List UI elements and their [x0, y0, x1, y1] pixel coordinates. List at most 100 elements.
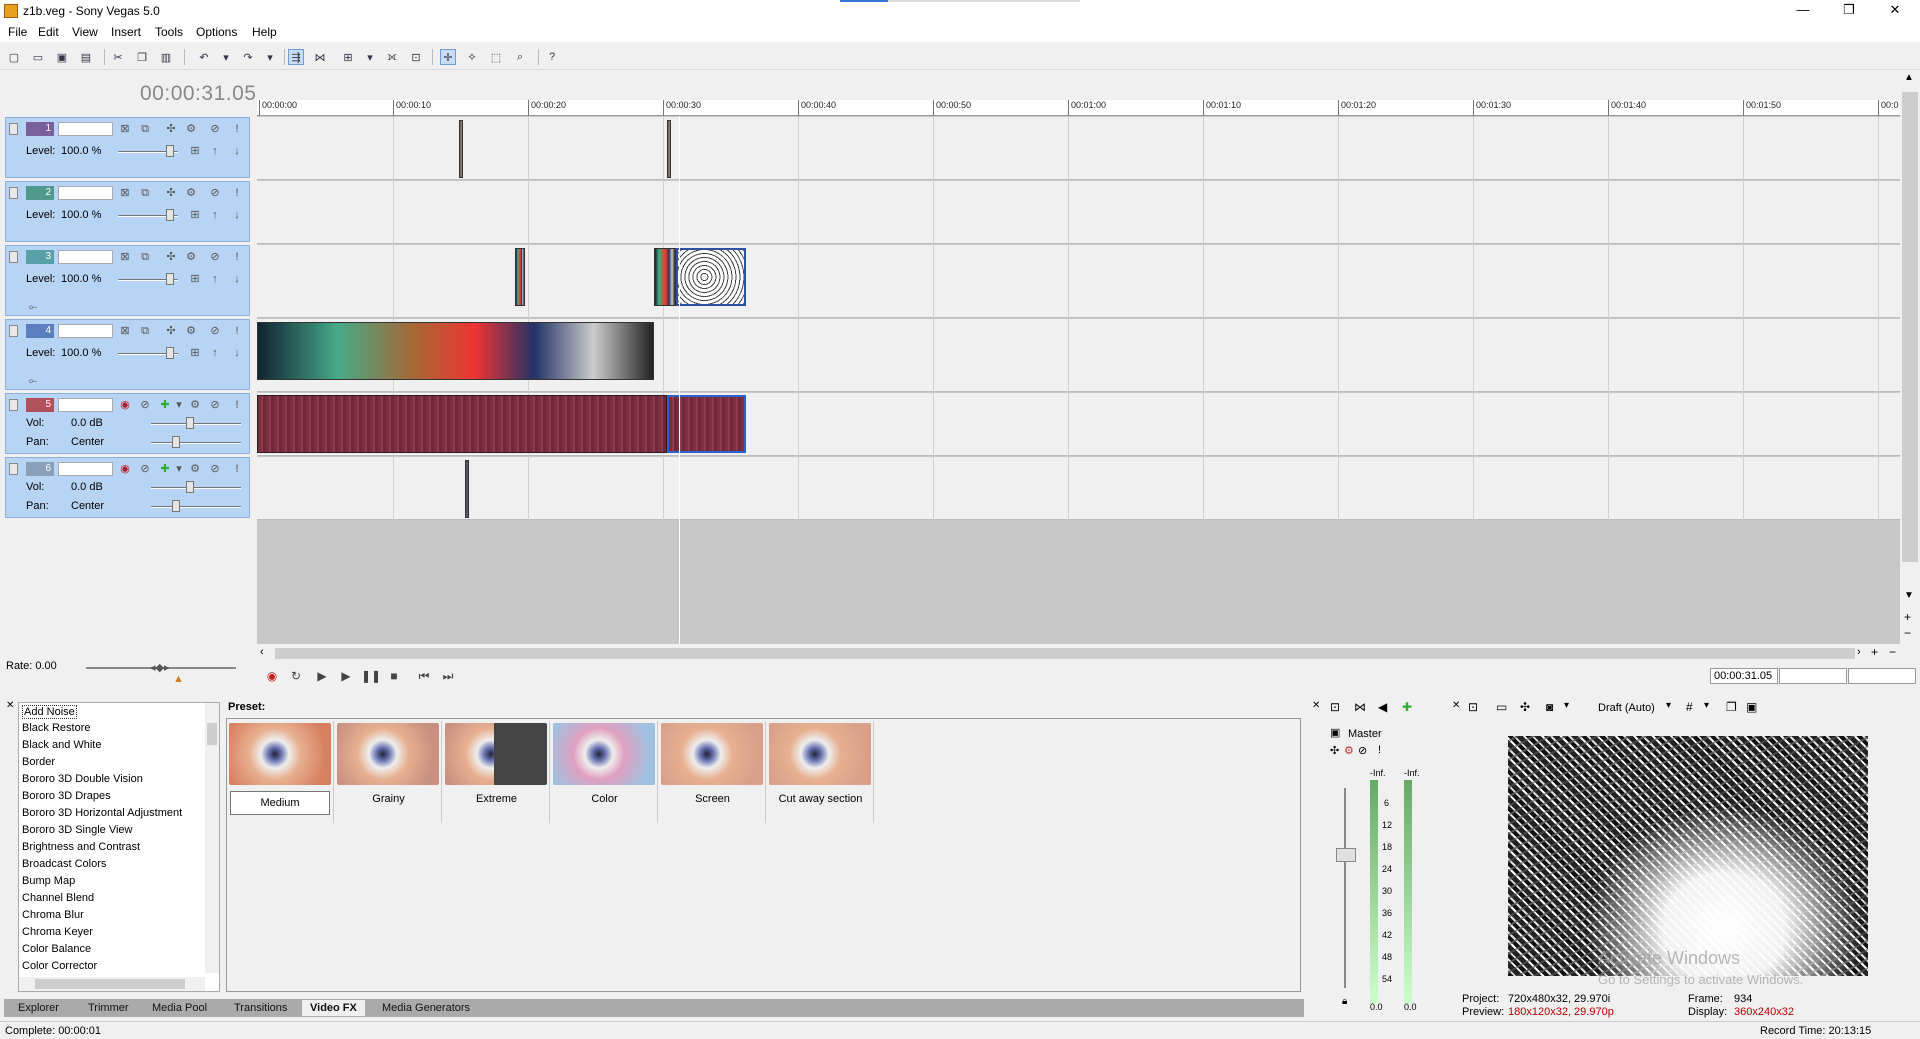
video-clip[interactable] [667, 120, 671, 178]
close-window-icon[interactable]: ✕ [1312, 700, 1320, 711]
close-window-icon[interactable]: ✕ [6, 700, 14, 711]
volume-slider[interactable] [186, 481, 194, 493]
volume-slider[interactable] [186, 417, 194, 429]
track-lane-1[interactable] [257, 117, 1900, 180]
zoom-in-h-icon[interactable]: + [1871, 645, 1878, 659]
copy-icon[interactable]: ❐ [134, 49, 150, 65]
selection-length-field[interactable] [1848, 668, 1916, 684]
grouping-dropdown-icon[interactable]: ▾ [362, 49, 378, 65]
rate-slider-knob[interactable]: ◂◆▸ [150, 661, 170, 674]
mute-icon[interactable]: ⊘ [208, 250, 222, 264]
undo-dropdown-icon[interactable]: ▾ [218, 49, 234, 65]
vertical-scrollbar[interactable]: ▲ ▼ + − [1900, 70, 1920, 644]
master-mute-icon[interactable]: ⊘ [1358, 744, 1367, 757]
close-button[interactable]: ✕ [1872, 0, 1918, 22]
bypass-icon[interactable]: ⊞ [188, 272, 202, 286]
compositing-mode-icon[interactable]: ⊠ [118, 324, 132, 338]
fx-item[interactable]: Border [22, 756, 55, 768]
track-header-5[interactable]: 5 ◉ ⊘ ✚ ▾ ⚙ ⊘ ! Vol: 0.0 dB Pan: Center [5, 393, 250, 454]
insert-bus-icon[interactable]: ✚ [1402, 700, 1412, 714]
track-name-field[interactable] [58, 398, 113, 412]
tab-trimmer[interactable]: Trimmer [80, 1000, 137, 1016]
split-screen-icon[interactable]: ✣ [1520, 700, 1530, 714]
scroll-right-icon[interactable]: › [1857, 646, 1861, 658]
preset-gallery[interactable]: Medium Grainy Extreme Color Screen Cut a… [226, 718, 1301, 992]
save-icon[interactable]: ▣ [54, 49, 70, 65]
preset-medium[interactable]: Medium [227, 721, 334, 823]
menu-help[interactable]: Help [252, 25, 277, 39]
new-icon[interactable]: ▢ [6, 49, 22, 65]
level-slider[interactable] [166, 209, 174, 221]
move-up-icon[interactable]: ↑ [208, 346, 222, 360]
downmix-icon[interactable]: ⋈ [1354, 700, 1366, 714]
move-down-icon[interactable]: ↓ [230, 208, 244, 222]
track-minimize-icon[interactable] [9, 325, 18, 337]
bus-routing-icon[interactable]: ✚ [158, 398, 172, 412]
fx-item[interactable]: Black Restore [22, 722, 90, 734]
close-window-icon[interactable]: ✕ [1452, 700, 1460, 711]
master-motion-icon[interactable]: ✣ [1330, 744, 1339, 757]
tab-transitions[interactable]: Transitions [226, 1000, 295, 1016]
track-minimize-icon[interactable] [9, 399, 18, 411]
bypass-icon[interactable]: ⊞ [188, 208, 202, 222]
selection-start-field[interactable] [1779, 668, 1847, 684]
move-up-icon[interactable]: ↑ [208, 208, 222, 222]
expand-keyframes-icon[interactable]: ⟜ [26, 300, 40, 314]
pause-icon[interactable]: ❚❚ [361, 667, 381, 685]
overlays-dropdown-icon[interactable]: ▾ [1704, 700, 1709, 711]
move-down-icon[interactable]: ↓ [230, 272, 244, 286]
arm-record-icon[interactable]: ◉ [118, 398, 132, 412]
motion-icon[interactable]: ✣ [164, 186, 178, 200]
mute-icon[interactable]: ⊘ [208, 324, 222, 338]
master-fx-icon[interactable]: ⚙ [1344, 744, 1354, 757]
level-slider[interactable] [166, 347, 174, 359]
preset-screen[interactable]: Screen [659, 721, 766, 823]
quality-dropdown-icon[interactable]: ▾ [1564, 700, 1569, 711]
track-lane-2[interactable] [257, 181, 1900, 244]
envelope-tool-icon[interactable]: ⟡ [464, 49, 480, 65]
invert-phase-icon[interactable]: ⊘ [138, 398, 152, 412]
zoom-in-icon[interactable]: + [1904, 610, 1911, 624]
horizontal-scrollbar[interactable]: ‹ › + − [257, 645, 1900, 662]
solo-icon[interactable]: ! [230, 186, 244, 200]
expand-keyframes-icon[interactable]: ⟜ [26, 374, 40, 388]
track-fx-icon[interactable]: ⚙ [188, 462, 202, 476]
solo-icon[interactable]: ! [230, 324, 244, 338]
save-snapshot-icon[interactable]: ▣ [1746, 700, 1757, 714]
paste-icon[interactable]: ▥ [158, 49, 174, 65]
fx-item[interactable]: Broadcast Colors [22, 858, 106, 870]
make-compositing-child-icon[interactable]: ⧉ [138, 250, 152, 264]
video-clip[interactable] [459, 120, 463, 178]
timeline[interactable]: 00:00:00 00:00:10 00:00:20 00:00:30 00:0… [257, 82, 1900, 644]
master-fader[interactable] [1336, 848, 1356, 862]
tab-explorer[interactable]: Explorer [10, 1000, 67, 1016]
bus-dropdown-icon[interactable]: ▾ [172, 398, 186, 412]
solo-icon[interactable]: ! [230, 250, 244, 264]
track-fx-icon[interactable]: ⚙ [184, 122, 198, 136]
audio-clip[interactable] [465, 460, 469, 518]
render-icon[interactable]: ▤ [78, 49, 94, 65]
track-lane-6[interactable] [257, 457, 1900, 520]
track-name-field[interactable] [58, 122, 113, 136]
scroll-thumb[interactable] [1902, 92, 1918, 562]
solo-icon[interactable]: ! [230, 122, 244, 136]
track-name-field[interactable] [58, 462, 113, 476]
fx-item[interactable]: Bororo 3D Double Vision [22, 773, 143, 785]
invert-phase-icon[interactable]: ⊘ [138, 462, 152, 476]
stop-icon[interactable]: ■ [385, 667, 403, 685]
move-up-icon[interactable]: ↑ [208, 272, 222, 286]
preview-quality-icon[interactable]: ◙ [1546, 700, 1553, 714]
menu-view[interactable]: View [72, 25, 98, 39]
preview-quality-selector[interactable]: Draft (Auto) [1598, 702, 1655, 714]
fx-item[interactable]: Chroma Blur [22, 909, 84, 921]
cursor-position-field[interactable]: 00:00:31.05 [1710, 668, 1778, 684]
solo-icon[interactable]: ! [230, 398, 244, 412]
track-minimize-icon[interactable] [9, 187, 18, 199]
fx-item[interactable]: Channel Blend [22, 892, 94, 904]
redo-dropdown-icon[interactable]: ▾ [262, 49, 278, 65]
track-header-6[interactable]: 6 ◉ ⊘ ✚ ▾ ⚙ ⊘ ! Vol: 0.0 dB Pan: Center [5, 457, 250, 518]
whats-this-help-icon[interactable]: ? [544, 49, 560, 65]
tab-video-fx[interactable]: Video FX [302, 1000, 365, 1016]
bus-routing-icon[interactable]: ✚ [158, 462, 172, 476]
pan-slider[interactable] [172, 436, 180, 448]
